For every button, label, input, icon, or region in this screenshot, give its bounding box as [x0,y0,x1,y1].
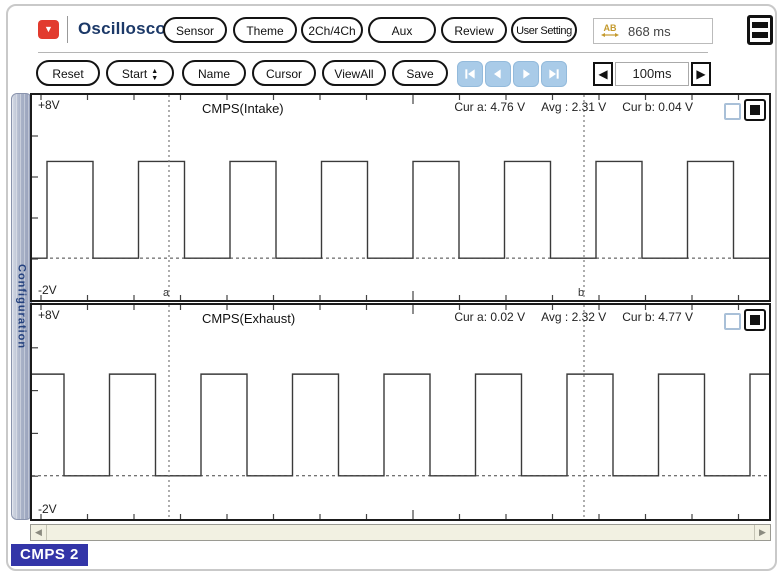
channel1-title: CMPS(Intake) [202,101,284,116]
start-button-label: Start [122,67,147,81]
channel1-checkbox[interactable] [724,103,741,120]
scroll-left-icon[interactable]: ◀ [31,525,47,540]
oscilloscope-app: ▼ Oscilloscope Sensor Theme 2Ch/4Ch Aux … [0,0,783,575]
channel1-waveform-chart [32,95,769,300]
skip-end-icon [546,66,562,82]
channel1-cursor-a-reading: Cur a: 4.76 V [454,100,525,114]
channel2-ymax-label: +8V [38,308,60,322]
timebase-decrease-button[interactable]: ◀ [593,62,613,86]
horizontal-scrollbar[interactable]: ◀ ▶ [30,524,771,541]
theme-button[interactable]: Theme [233,17,297,43]
channel2-measurements: Cur a: 0.02 V Avg : 2.32 V Cur b: 4.77 V [454,310,693,324]
channel2-panel: +8V -2V CMPS(Exhaust) Cur a: 0.02 V Avg … [30,303,771,521]
step-back-icon [490,66,506,82]
filled-square-icon [750,315,760,325]
step-forward-button[interactable] [513,61,539,87]
configuration-tab[interactable]: Configuration [11,93,32,520]
skip-start-icon [462,66,478,82]
channel1-measurements: Cur a: 4.76 V Avg : 2.31 V Cur b: 0.04 V [454,100,693,114]
channel2-display-button[interactable] [744,309,766,331]
ab-cursor-icon: AB [600,23,620,39]
channel2-avg-reading: Avg : 2.32 V [541,310,606,324]
channel2-cursor-a-reading: Cur a: 0.02 V [454,310,525,324]
svg-text:AB: AB [604,23,617,33]
cursor-delta-display: AB 868 ms [593,18,713,44]
layout-menu-icon[interactable] [747,15,773,45]
configuration-tab-label: Configuration [16,264,28,349]
timebase-value[interactable]: 100ms [615,62,689,86]
chann2-ymin-label: -2V [38,502,57,516]
timebase-increase-button[interactable]: ▶ [691,62,711,86]
channel2-cursor-b-reading: Cur b: 4.77 V [622,310,693,324]
toolbar-divider [38,52,708,53]
skip-end-button[interactable] [541,61,567,87]
step-forward-icon [518,66,534,82]
sensor-button[interactable]: Sensor [163,17,227,43]
channel1-avg-reading: Avg : 2.31 V [541,100,606,114]
channel1-cursor-b-reading: Cur b: 0.04 V [622,100,693,114]
channel1-panel: +8V -2V CMPS(Intake) Cur a: 4.76 V Avg :… [30,93,771,302]
channel2-title: CMPS(Exhaust) [202,311,295,326]
save-button[interactable]: Save [392,60,448,86]
cursor-b-label[interactable]: b [578,287,584,299]
skip-start-button[interactable] [457,61,483,87]
channel1-ymax-label: +8V [38,98,60,112]
cursor-button[interactable]: Cursor [252,60,316,86]
channel-mode-button[interactable]: 2Ch/4Ch [301,17,363,43]
step-back-button[interactable] [485,61,511,87]
channel2-waveform-chart [32,305,769,519]
channel1-ymin-label: -2V [38,283,57,297]
scroll-right-icon[interactable]: ▶ [754,525,770,540]
aux-button[interactable]: Aux [368,17,436,43]
app-menu-icon[interactable]: ▼ [38,20,59,39]
user-setting-button[interactable]: User Setting [511,17,577,43]
start-button[interactable]: Start ▲▼ [106,60,174,86]
cursor-a-label[interactable]: a [163,287,169,299]
title-divider [67,16,68,43]
name-button[interactable]: Name [182,60,246,86]
channel2-checkbox[interactable] [724,313,741,330]
start-spinner-icon: ▲▼ [151,68,158,82]
filled-square-icon [750,105,760,115]
cursor-delta-value: 868 ms [628,24,671,39]
review-button[interactable]: Review [441,17,507,43]
viewall-button[interactable]: ViewAll [322,60,386,86]
selected-channel-badge: CMPS 2 [11,544,88,566]
reset-button[interactable]: Reset [36,60,100,86]
channel1-display-button[interactable] [744,99,766,121]
